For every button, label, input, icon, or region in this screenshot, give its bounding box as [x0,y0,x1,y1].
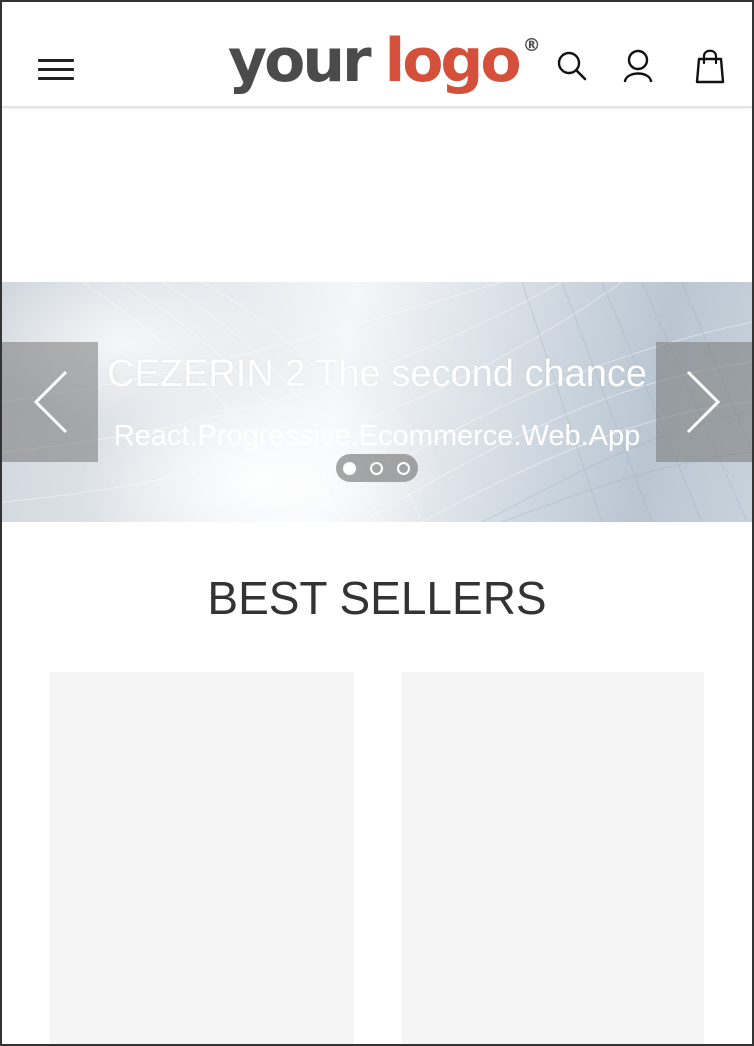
slider-dot-2[interactable] [370,462,383,475]
slider-next-button[interactable] [656,342,752,462]
app-frame: your logo ® CEZERIN 2 The second chance … [0,0,754,1046]
search-icon [557,51,587,81]
product-card-placeholder[interactable] [50,672,354,1044]
slider-pagination [336,454,418,482]
site-logo[interactable]: your logo ® [228,16,541,106]
slide-subtitle: React.Progressive.Ecommerce.Web.App [113,420,641,452]
cart-button[interactable] [692,46,728,86]
account-icon [623,49,653,83]
slider-dot-1[interactable] [343,462,356,475]
menu-icon-bar [38,59,74,62]
slide-title: CEZERIN 2 The second chance [106,353,647,395]
logo-registered-mark: ® [522,35,541,56]
menu-button[interactable] [36,56,76,86]
search-button[interactable] [554,46,590,86]
best-sellers-title: BEST SELLERS [207,572,547,624]
menu-icon-bar [38,77,74,80]
shopping-bag-icon [695,49,725,84]
slider-background-pattern [2,282,752,522]
chevron-right-icon [686,370,721,434]
product-card-placeholder[interactable] [402,672,704,1044]
chevron-left-icon [33,370,68,434]
hero-slider: CEZERIN 2 The second chance React.Progre… [2,282,752,522]
menu-icon-bar [38,68,74,71]
account-button[interactable] [620,46,656,86]
slider-dot-3[interactable] [397,462,410,475]
site-header: your logo ® [2,2,752,108]
logo-word-your: your [228,26,372,96]
slider-prev-button[interactable] [2,342,98,462]
logo-word-logo: logo [384,26,522,96]
